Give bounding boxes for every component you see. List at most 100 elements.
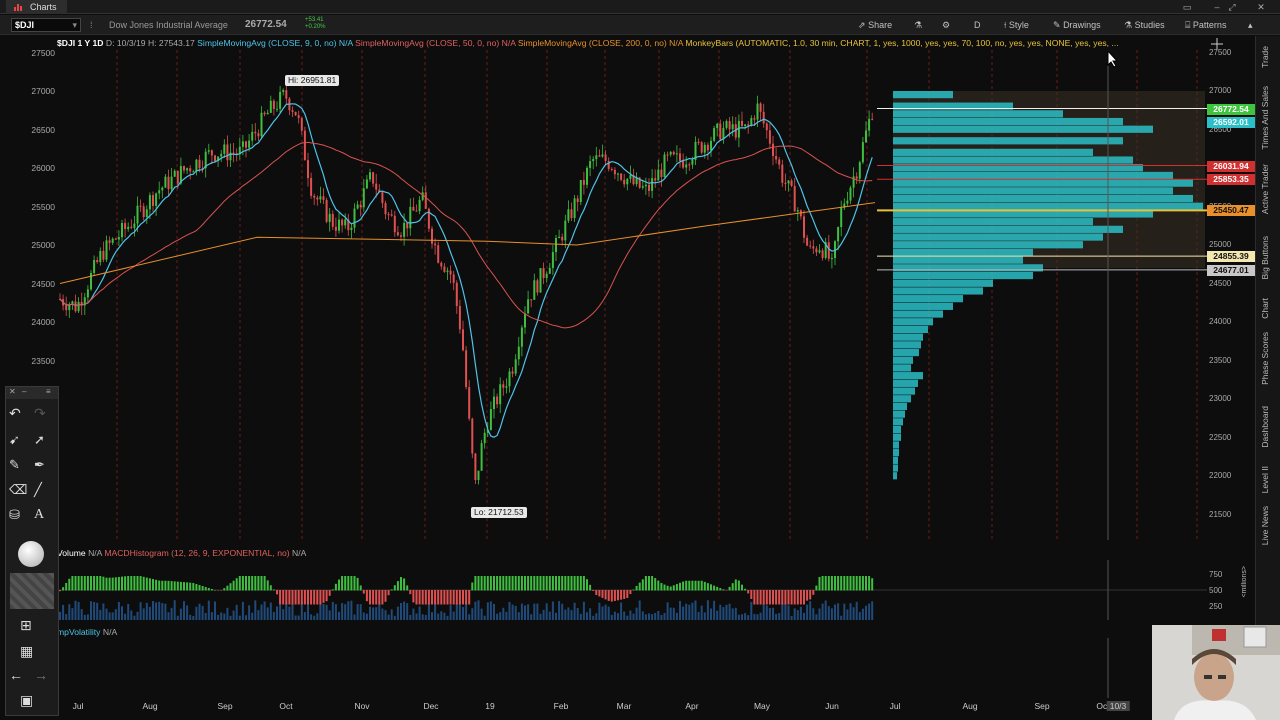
eraser-icon[interactable]: ⌫ xyxy=(9,482,31,504)
monkeybars-label[interactable]: MonkeyBars (AUTOMATIC, 1.0, 30 min, CHAR… xyxy=(685,38,1118,48)
side-tab-times-and-sales[interactable]: Times And Sales xyxy=(1260,86,1276,149)
side-tab-level-ii[interactable]: Level II xyxy=(1260,466,1276,493)
macd-bar xyxy=(837,576,840,591)
studies-button[interactable]: ⚗ Studies xyxy=(1124,18,1165,32)
volatility-chart[interactable] xyxy=(57,638,1207,698)
pencil-icon[interactable]: ✎ xyxy=(9,457,31,479)
link-icon[interactable]: ⁞ xyxy=(90,19,93,31)
candle-body xyxy=(276,108,278,110)
time-tick: Jul xyxy=(889,701,901,711)
macd-bar xyxy=(706,583,709,591)
macd-bar xyxy=(241,576,244,591)
volume-bar xyxy=(350,600,353,620)
volume-bar xyxy=(195,606,198,620)
volume-bar xyxy=(291,602,294,620)
profile-bar xyxy=(893,441,899,449)
sma9-label[interactable]: SimpleMovingAvg (CLOSE, 9, 0, no) xyxy=(197,38,336,48)
macd-bar xyxy=(272,589,275,591)
volume-bar xyxy=(722,607,725,620)
minimize-icon[interactable]: – xyxy=(1210,1,1224,13)
candle-body xyxy=(821,250,824,258)
volume-label[interactable]: Volume xyxy=(57,548,86,558)
candle-body xyxy=(858,162,861,179)
arrow-right-icon[interactable]: → xyxy=(34,667,56,689)
undo-icon[interactable]: ↶ xyxy=(9,405,31,427)
volume-legend: Volume N/A MACDHistogram (12, 26, 9, EXP… xyxy=(57,547,306,559)
color-picker[interactable] xyxy=(18,541,44,567)
sma50-label[interactable]: SimpleMovingAvg (CLOSE, 50, 0, no) xyxy=(355,38,499,48)
side-tab-dashboard[interactable]: Dashboard xyxy=(1260,406,1276,448)
pen-icon[interactable]: ✒ xyxy=(34,457,56,479)
volume-chart[interactable] xyxy=(57,560,1207,620)
side-tab-active-trader[interactable]: Active Trader xyxy=(1260,164,1276,214)
macd-bar xyxy=(96,576,99,591)
profile-bar xyxy=(893,225,1123,233)
style-swatch[interactable] xyxy=(10,573,54,609)
redo-icon[interactable]: ↷ xyxy=(34,405,56,427)
volume-bar xyxy=(598,602,601,620)
price-chart[interactable] xyxy=(57,50,1207,540)
profile-bar xyxy=(893,364,911,372)
volume-bar xyxy=(217,614,220,620)
minimize-icon[interactable]: – xyxy=(22,387,26,396)
side-tab-trade[interactable]: Trade xyxy=(1260,46,1276,68)
candle-body xyxy=(524,313,526,328)
chart-toolbar: $DJI ▾ ⁞ Dow Jones Industrial Average 26… xyxy=(0,15,1280,35)
macd-bar xyxy=(697,580,700,591)
maximize-icon[interactable]: ⤢ xyxy=(1225,1,1239,13)
add-drawing-icon[interactable]: ⊞ xyxy=(20,617,42,639)
volume-bar xyxy=(83,614,86,620)
volume-bar xyxy=(325,604,328,620)
candle-body xyxy=(784,182,787,184)
patterns-button[interactable]: ⌸ Patterns xyxy=(1185,18,1226,32)
drawings-button[interactable]: ✎ Drawings xyxy=(1053,18,1101,32)
side-tab-live-news[interactable]: Live News xyxy=(1260,506,1276,545)
macd-bar xyxy=(325,590,328,602)
restore-icon[interactable]: ▭ xyxy=(1180,1,1194,13)
close-icon[interactable]: ✕ xyxy=(9,387,16,396)
menu-icon[interactable]: ≡ xyxy=(46,387,51,396)
macd-bar xyxy=(369,590,371,605)
candle-body xyxy=(334,226,337,231)
macd-bar xyxy=(152,579,154,591)
share-button[interactable]: ⇗ Share xyxy=(858,18,892,32)
symbol-input[interactable]: $DJI ▾ xyxy=(11,18,81,32)
pointer-dot-icon[interactable]: ➹ xyxy=(9,432,31,454)
side-tab-phase-scores[interactable]: Phase Scores xyxy=(1260,332,1276,385)
candle-body xyxy=(102,250,105,260)
candle-body xyxy=(164,176,167,188)
sma200-label[interactable]: SimpleMovingAvg (CLOSE, 200, 0, no) xyxy=(518,38,667,48)
side-tab-big-buttons[interactable]: Big Buttons xyxy=(1260,236,1276,279)
arrow-left-icon[interactable]: ← xyxy=(9,667,31,689)
candle-body xyxy=(65,305,68,311)
macd-bar xyxy=(768,590,771,605)
timeframe-button[interactable]: D xyxy=(974,18,981,32)
symbol-timeframe[interactable]: $DJI 1 Y 1D xyxy=(57,38,104,48)
macd-bar xyxy=(747,590,750,594)
bucket-icon[interactable]: ⛁ xyxy=(9,507,31,529)
close-icon[interactable]: ✕ xyxy=(1254,1,1268,13)
grid-layout-icon[interactable]: ▣ xyxy=(20,692,42,714)
pointer-icon[interactable]: ➚ xyxy=(34,432,56,454)
text-icon[interactable]: A xyxy=(34,507,56,529)
macd-label[interactable]: MACDHistogram (12, 26, 9, EXPONENTIAL, n… xyxy=(104,548,289,558)
macd-bar xyxy=(610,590,613,602)
side-tab-chart[interactable]: Chart xyxy=(1260,298,1276,319)
macd-bar xyxy=(672,585,675,591)
style-button[interactable]: ⟊ Style xyxy=(1004,18,1029,32)
profile-bar xyxy=(893,348,919,357)
volume-bar xyxy=(145,602,148,620)
volume-tick: 500 xyxy=(1209,586,1223,595)
collapse-icon[interactable]: ▴ xyxy=(1248,18,1253,32)
line-icon[interactable]: ╱ xyxy=(34,482,56,504)
candle-body xyxy=(93,260,96,273)
chart-grid-icon[interactable]: ▦ xyxy=(20,643,42,665)
gear-icon[interactable]: ⚙ xyxy=(942,18,950,32)
tab-charts[interactable]: Charts xyxy=(6,0,67,14)
dropdown-icon[interactable]: ▾ xyxy=(72,19,77,31)
volatility-label[interactable]: mpVolatility xyxy=(57,627,100,637)
flask-icon[interactable]: ⚗ xyxy=(914,18,922,32)
volume-bar xyxy=(697,612,700,620)
profile-bar xyxy=(893,295,963,303)
time-tick: Sep xyxy=(217,701,233,711)
